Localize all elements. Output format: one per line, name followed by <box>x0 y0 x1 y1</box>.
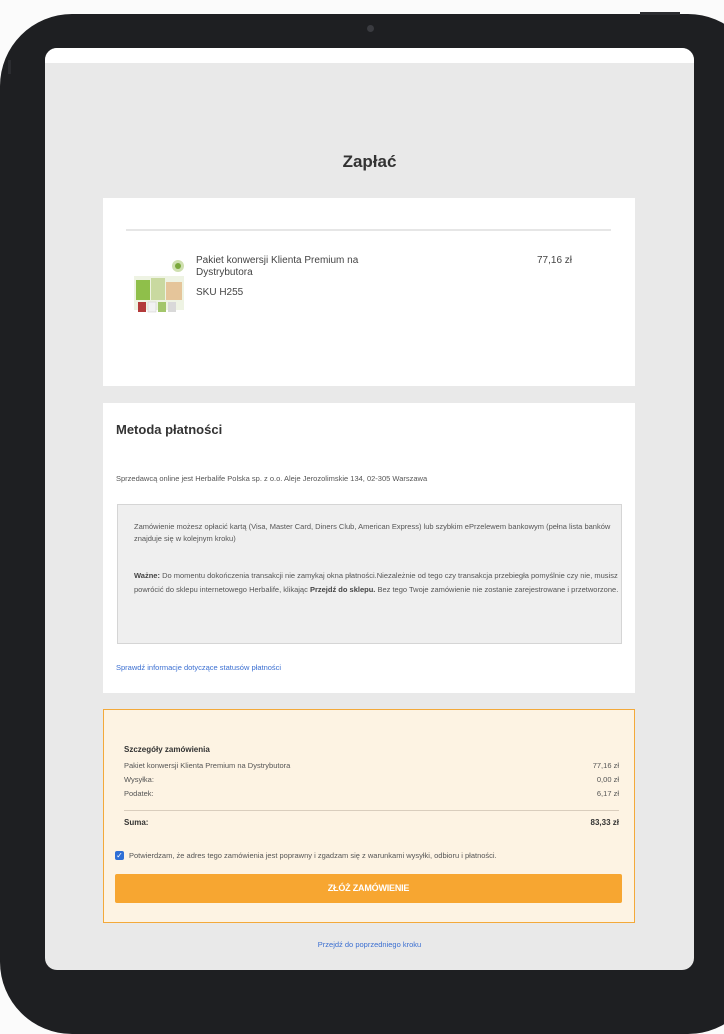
product-sku: SKU H255 <box>196 287 244 298</box>
product-name: Pakiet konwersji Klienta Premium na Dyst… <box>196 255 359 278</box>
summary-row-label: Wysyłka: <box>124 775 154 784</box>
tablet-top-button <box>640 12 680 15</box>
seller-info: Sprzedawcą online jest Herbalife Polska … <box>116 474 428 483</box>
product-card: Pakiet konwersji Klienta Premium na Dyst… <box>103 198 635 386</box>
place-order-button[interactable]: ZŁÓŻ ZAMÓWIENIE <box>115 874 622 903</box>
order-summary-title: Szczegóły zamówienia <box>124 745 210 754</box>
summary-row-product: Pakiet konwersji Klienta Premium na Dyst… <box>124 761 619 770</box>
confirm-checkbox[interactable]: ✓ <box>115 851 124 860</box>
payment-info-box: Zamówienie możesz opłacić kartą (Visa, M… <box>117 504 622 644</box>
camera-icon <box>367 25 374 32</box>
divider <box>126 229 611 231</box>
summary-row-label: Pakiet konwersji Klienta Premium na Dyst… <box>124 761 291 770</box>
warning-label: Ważne: <box>134 571 160 580</box>
payment-method-title: Metoda płatności <box>116 422 223 437</box>
summary-row-tax: Podatek: 6,17 zł <box>124 789 619 798</box>
payment-warning: Ważne: Do momentu dokończenia transakcji… <box>134 569 624 597</box>
payment-method-card: Metoda płatności Sprzedawcą online jest … <box>103 403 635 693</box>
confirm-label: Potwierdzam, że adres tego zamówienia je… <box>129 851 497 860</box>
summary-row-value: 0,00 zł <box>596 775 619 784</box>
warning-bold: Przejdź do sklepu. <box>309 585 376 594</box>
summary-row-value: 77,16 zł <box>592 761 619 770</box>
status-bar <box>45 48 694 63</box>
summary-row-label: Podatek: <box>124 789 154 798</box>
screen: Zapłać Pakiet konwersji Klienta Premium … <box>45 48 694 970</box>
summary-total-row: Suma: 83,33 zł <box>124 818 619 827</box>
payment-status-link[interactable]: Sprawdź informacje dotyczące statusów pł… <box>116 663 281 672</box>
warning-text-2: Bez tego Twoje zamówienie nie zostanie z… <box>375 585 619 594</box>
payment-info-text: Zamówienie możesz opłacić kartą (Visa, M… <box>134 522 611 543</box>
divider <box>124 810 619 811</box>
back-link[interactable]: Przejdź do poprzedniego kroku <box>45 940 694 949</box>
summary-row-value: 6,17 zł <box>596 789 619 798</box>
page-title: Zapłać <box>342 152 397 171</box>
summary-total-value: 83,33 zł <box>590 818 619 827</box>
summary-row-shipping: Wysyłka: 0,00 zł <box>124 775 619 784</box>
tablet-side-button <box>8 60 11 74</box>
order-summary-card: Szczegóły zamówienia Pakiet konwersji Kl… <box>103 709 635 923</box>
product-image <box>134 260 184 313</box>
product-price: 77,16 zł <box>537 255 573 266</box>
summary-total-label: Suma: <box>124 818 149 827</box>
